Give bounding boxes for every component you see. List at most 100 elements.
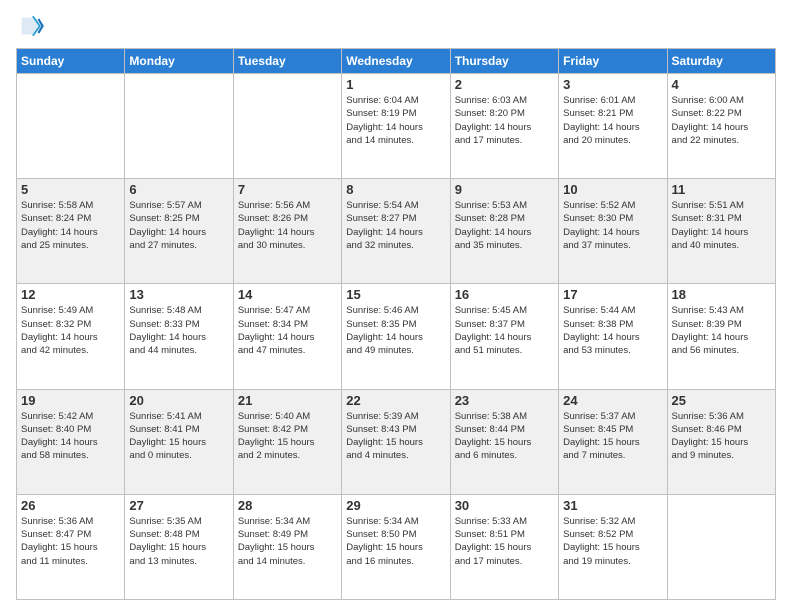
calendar-cell: 3Sunrise: 6:01 AMSunset: 8:21 PMDaylight… [559,74,667,179]
day-number: 10 [563,182,662,197]
calendar-cell: 6 Sunrise: 5:57 AMSunset: 8:25 PMDaylight… [125,179,233,284]
calendar-cell: 5 Sunrise: 5:58 AMSunset: 8:24 PMDaylight… [17,179,125,284]
calendar-cell: 19Sunrise: 5:42 AMSunset: 8:40 PMDayligh… [17,389,125,494]
calendar-cell: 13 Sunrise: 5:48 AMSunset: 8:33 PMDayligh… [125,284,233,389]
day-info: Sunrise: 5:52 AMSunset: 8:30 PMDaylight:… [563,199,662,252]
calendar-cell: 26 Sunrise: 5:36 AMSunset: 8:47 PMDayligh… [17,494,125,599]
day-info: Sunrise: 5:41 AMSunset: 8:41 PMDaylight:… [129,410,228,463]
calendar-week-3: 12 Sunrise: 5:49 AMSunset: 8:32 PMDayligh… [17,284,776,389]
calendar-cell [17,74,125,179]
calendar-header-saturday: Saturday [667,49,775,74]
day-info: Sunrise: 5:42 AMSunset: 8:40 PMDaylight:… [21,410,120,463]
calendar-header-row: SundayMondayTuesdayWednesdayThursdayFrid… [17,49,776,74]
day-number: 9 [455,182,554,197]
calendar-header-thursday: Thursday [450,49,558,74]
day-info: Sunrise: 5:54 AMSunset: 8:27 PMDaylight:… [346,199,445,252]
calendar-cell: 22Sunrise: 5:39 AMSunset: 8:43 PMDayligh… [342,389,450,494]
calendar-week-5: 26 Sunrise: 5:36 AMSunset: 8:47 PMDayligh… [17,494,776,599]
day-number: 21 [238,393,337,408]
calendar-week-4: 19Sunrise: 5:42 AMSunset: 8:40 PMDayligh… [17,389,776,494]
day-number: 25 [672,393,771,408]
calendar-header-tuesday: Tuesday [233,49,341,74]
day-number: 17 [563,287,662,302]
day-number: 6 [129,182,228,197]
day-number: 16 [455,287,554,302]
day-info: Sunrise: 5:47 AMSunset: 8:34 PMDaylight:… [238,304,337,357]
calendar-header-sunday: Sunday [17,49,125,74]
calendar-cell: 8 Sunrise: 5:54 AMSunset: 8:27 PMDaylight… [342,179,450,284]
calendar-cell: 20 Sunrise: 5:41 AMSunset: 8:41 PMDayligh… [125,389,233,494]
day-number: 2 [455,77,554,92]
calendar-cell: 1 Sunrise: 6:04 AMSunset: 8:19 PMDaylight… [342,74,450,179]
calendar-cell: 2 Sunrise: 6:03 AMSunset: 8:20 PMDaylight… [450,74,558,179]
day-info: Sunrise: 5:35 AMSunset: 8:48 PMDaylight:… [129,515,228,568]
day-number: 27 [129,498,228,513]
day-number: 7 [238,182,337,197]
calendar-cell [125,74,233,179]
day-number: 26 [21,498,120,513]
day-number: 13 [129,287,228,302]
calendar-cell: 15Sunrise: 5:46 AMSunset: 8:35 PMDayligh… [342,284,450,389]
day-info: Sunrise: 5:40 AMSunset: 8:42 PMDaylight:… [238,410,337,463]
calendar-cell: 11 Sunrise: 5:51 AMSunset: 8:31 PMDayligh… [667,179,775,284]
calendar-header-friday: Friday [559,49,667,74]
day-info: Sunrise: 5:49 AMSunset: 8:32 PMDaylight:… [21,304,120,357]
calendar-cell: 18Sunrise: 5:43 AMSunset: 8:39 PMDayligh… [667,284,775,389]
calendar-cell: 9 Sunrise: 5:53 AMSunset: 8:28 PMDaylight… [450,179,558,284]
day-info: Sunrise: 5:45 AMSunset: 8:37 PMDaylight:… [455,304,554,357]
calendar-cell: 29Sunrise: 5:34 AMSunset: 8:50 PMDayligh… [342,494,450,599]
day-info: Sunrise: 5:38 AMSunset: 8:44 PMDaylight:… [455,410,554,463]
calendar-cell: 25Sunrise: 5:36 AMSunset: 8:46 PMDayligh… [667,389,775,494]
day-number: 28 [238,498,337,513]
calendar-header-wednesday: Wednesday [342,49,450,74]
day-number: 20 [129,393,228,408]
day-info: Sunrise: 5:57 AMSunset: 8:25 PMDaylight:… [129,199,228,252]
day-number: 14 [238,287,337,302]
calendar-cell: 16 Sunrise: 5:45 AMSunset: 8:37 PMDayligh… [450,284,558,389]
day-info: Sunrise: 5:53 AMSunset: 8:28 PMDaylight:… [455,199,554,252]
day-number: 29 [346,498,445,513]
day-info: Sunrise: 5:56 AMSunset: 8:26 PMDaylight:… [238,199,337,252]
calendar-cell: 23Sunrise: 5:38 AMSunset: 8:44 PMDayligh… [450,389,558,494]
calendar-cell [233,74,341,179]
calendar-cell: 31 Sunrise: 5:32 AMSunset: 8:52 PMDayligh… [559,494,667,599]
day-number: 18 [672,287,771,302]
calendar-cell: 14 Sunrise: 5:47 AMSunset: 8:34 PMDayligh… [233,284,341,389]
calendar-cell: 24 Sunrise: 5:37 AMSunset: 8:45 PMDayligh… [559,389,667,494]
calendar-cell: 30 Sunrise: 5:33 AMSunset: 8:51 PMDayligh… [450,494,558,599]
day-info: Sunrise: 5:51 AMSunset: 8:31 PMDaylight:… [672,199,771,252]
calendar-cell: 21 Sunrise: 5:40 AMSunset: 8:42 PMDayligh… [233,389,341,494]
calendar-cell: 17Sunrise: 5:44 AMSunset: 8:38 PMDayligh… [559,284,667,389]
day-info: Sunrise: 6:04 AMSunset: 8:19 PMDaylight:… [346,94,445,147]
day-info: Sunrise: 5:33 AMSunset: 8:51 PMDaylight:… [455,515,554,568]
calendar-cell: 27 Sunrise: 5:35 AMSunset: 8:48 PMDayligh… [125,494,233,599]
calendar-cell: 12 Sunrise: 5:49 AMSunset: 8:32 PMDayligh… [17,284,125,389]
day-number: 1 [346,77,445,92]
day-number: 8 [346,182,445,197]
day-info: Sunrise: 6:03 AMSunset: 8:20 PMDaylight:… [455,94,554,147]
day-info: Sunrise: 5:34 AMSunset: 8:49 PMDaylight:… [238,515,337,568]
calendar-cell: 7 Sunrise: 5:56 AMSunset: 8:26 PMDaylight… [233,179,341,284]
calendar-header-monday: Monday [125,49,233,74]
day-number: 24 [563,393,662,408]
day-number: 30 [455,498,554,513]
day-info: Sunrise: 5:36 AMSunset: 8:47 PMDaylight:… [21,515,120,568]
calendar-cell: 28 Sunrise: 5:34 AMSunset: 8:49 PMDayligh… [233,494,341,599]
day-info: Sunrise: 6:00 AMSunset: 8:22 PMDaylight:… [672,94,771,147]
day-info: Sunrise: 5:46 AMSunset: 8:35 PMDaylight:… [346,304,445,357]
page: SundayMondayTuesdayWednesdayThursdayFrid… [0,0,792,612]
day-info: Sunrise: 5:48 AMSunset: 8:33 PMDaylight:… [129,304,228,357]
day-number: 4 [672,77,771,92]
day-info: Sunrise: 5:58 AMSunset: 8:24 PMDaylight:… [21,199,120,252]
calendar-cell: 4 Sunrise: 6:00 AMSunset: 8:22 PMDaylight… [667,74,775,179]
day-info: Sunrise: 5:37 AMSunset: 8:45 PMDaylight:… [563,410,662,463]
day-number: 31 [563,498,662,513]
logo [16,12,48,40]
day-number: 12 [21,287,120,302]
header [16,12,776,40]
day-number: 5 [21,182,120,197]
day-number: 11 [672,182,771,197]
day-info: Sunrise: 5:32 AMSunset: 8:52 PMDaylight:… [563,515,662,568]
day-info: Sunrise: 5:39 AMSunset: 8:43 PMDaylight:… [346,410,445,463]
calendar: SundayMondayTuesdayWednesdayThursdayFrid… [16,48,776,600]
